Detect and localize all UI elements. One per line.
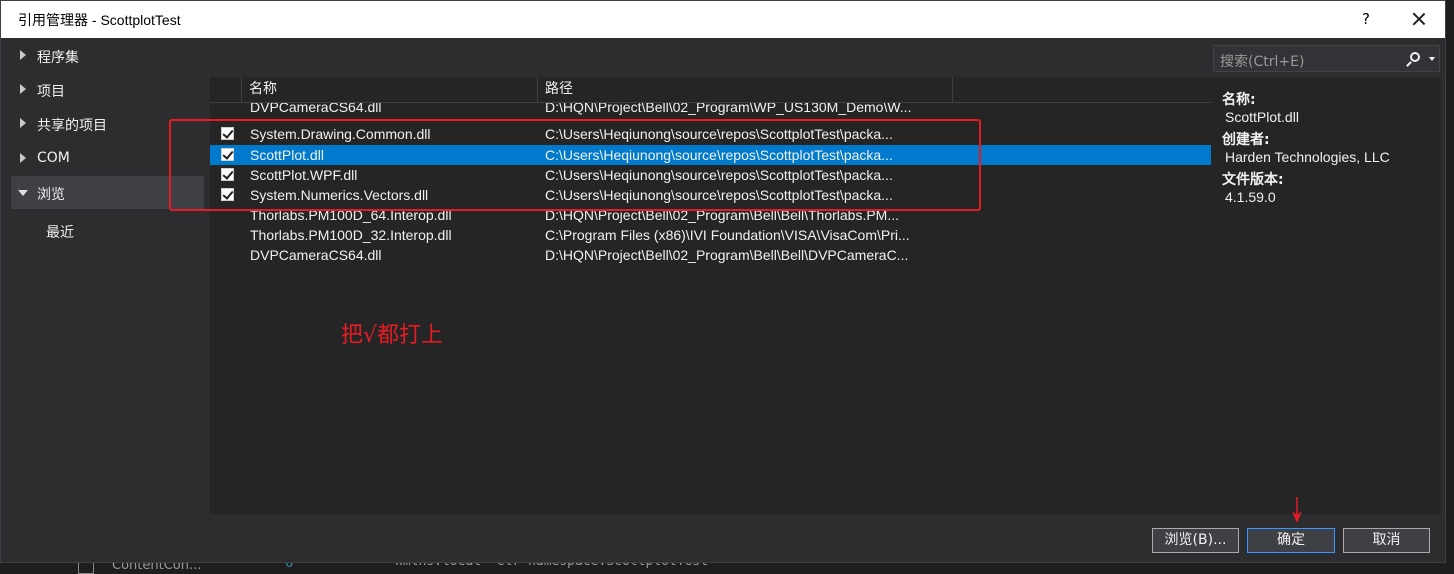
close-icon[interactable]: [1403, 5, 1435, 33]
sidebar-item-label: 项目: [37, 84, 65, 100]
red-arrow-icon: [1292, 497, 1302, 523]
column-header-name[interactable]: 名称: [242, 77, 538, 102]
version-value: 4.1.59.0: [1225, 189, 1276, 205]
expand-arrow-icon[interactable]: [20, 118, 26, 128]
window-title: 引用管理器 - ScottplotTest: [18, 12, 181, 28]
search-box[interactable]: 搜索(Ctrl+E): [1213, 45, 1440, 72]
sidebar-item-label: 共享的项目: [37, 118, 107, 134]
highlight-box: [169, 119, 981, 211]
sidebar-item-recent[interactable]: 最近: [46, 222, 74, 242]
sidebar-item-label: COM: [37, 150, 70, 166]
browse-button[interactable]: 浏览(B)...: [1152, 528, 1239, 553]
sidebar-item-label: 程序集: [37, 50, 79, 66]
search-input[interactable]: 搜索(Ctrl+E): [1220, 51, 1304, 71]
list-header: 名称 路径: [210, 77, 1211, 103]
category-sidebar: 程序集 项目 共享的项目 COM 浏览 最近: [11, 39, 204, 514]
item-path: D:\HQN\Project\Bell\02_Program\Bell\Bell…: [545, 247, 909, 263]
item-name: DVPCameraCS64.dll: [250, 103, 382, 115]
sidebar-item-assemblies[interactable]: 程序集: [11, 39, 204, 72]
column-header-checkbox[interactable]: [210, 77, 242, 102]
expand-arrow-icon[interactable]: [20, 50, 26, 60]
sidebar-item-projects[interactable]: 项目: [11, 73, 204, 106]
details-pane: 名称: ScottPlot.dll 创建者: Harden Technologi…: [1211, 77, 1441, 514]
list-item[interactable]: Thorlabs.PM100D_32.Interop.dll C:\Progra…: [210, 225, 1211, 245]
expand-arrow-icon[interactable]: [20, 153, 26, 163]
ok-button[interactable]: 确定: [1247, 528, 1335, 553]
item-name: Thorlabs.PM100D_32.Interop.dll: [250, 227, 452, 243]
creator-label: 创建者:: [1222, 132, 1270, 148]
creator-value: Harden Technologies, LLC: [1225, 149, 1390, 165]
column-header-path[interactable]: 路径: [538, 77, 953, 102]
search-icon[interactable]: [1410, 52, 1420, 62]
item-path: D:\HQN\Project\Bell\02_Program\WP_US130M…: [545, 103, 912, 115]
name-value: ScottPlot.dll: [1225, 109, 1299, 125]
chevron-down-icon[interactable]: [1429, 57, 1435, 61]
annotation-text: 把√都打上: [341, 323, 444, 348]
collapse-arrow-icon[interactable]: [18, 190, 28, 196]
help-button[interactable]: ?: [1351, 7, 1381, 31]
cancel-button[interactable]: 取消: [1343, 528, 1430, 553]
title-bar: 引用管理器 - ScottplotTest ?: [1, 1, 1445, 38]
name-label: 名称:: [1222, 92, 1256, 108]
sidebar-item-label: 浏览: [37, 187, 65, 203]
expand-arrow-icon[interactable]: [20, 84, 26, 94]
version-label: 文件版本:: [1222, 172, 1284, 188]
item-name: DVPCameraCS64.dll: [250, 247, 382, 263]
reference-manager-dialog: 引用管理器 - ScottplotTest ? 程序集 项目 共享的项目 COM…: [0, 0, 1446, 563]
list-item[interactable]: DVPCameraCS64.dll D:\HQN\Project\Bell\02…: [210, 245, 1211, 265]
item-path: C:\Program Files (x86)\IVI Foundation\VI…: [545, 227, 910, 243]
